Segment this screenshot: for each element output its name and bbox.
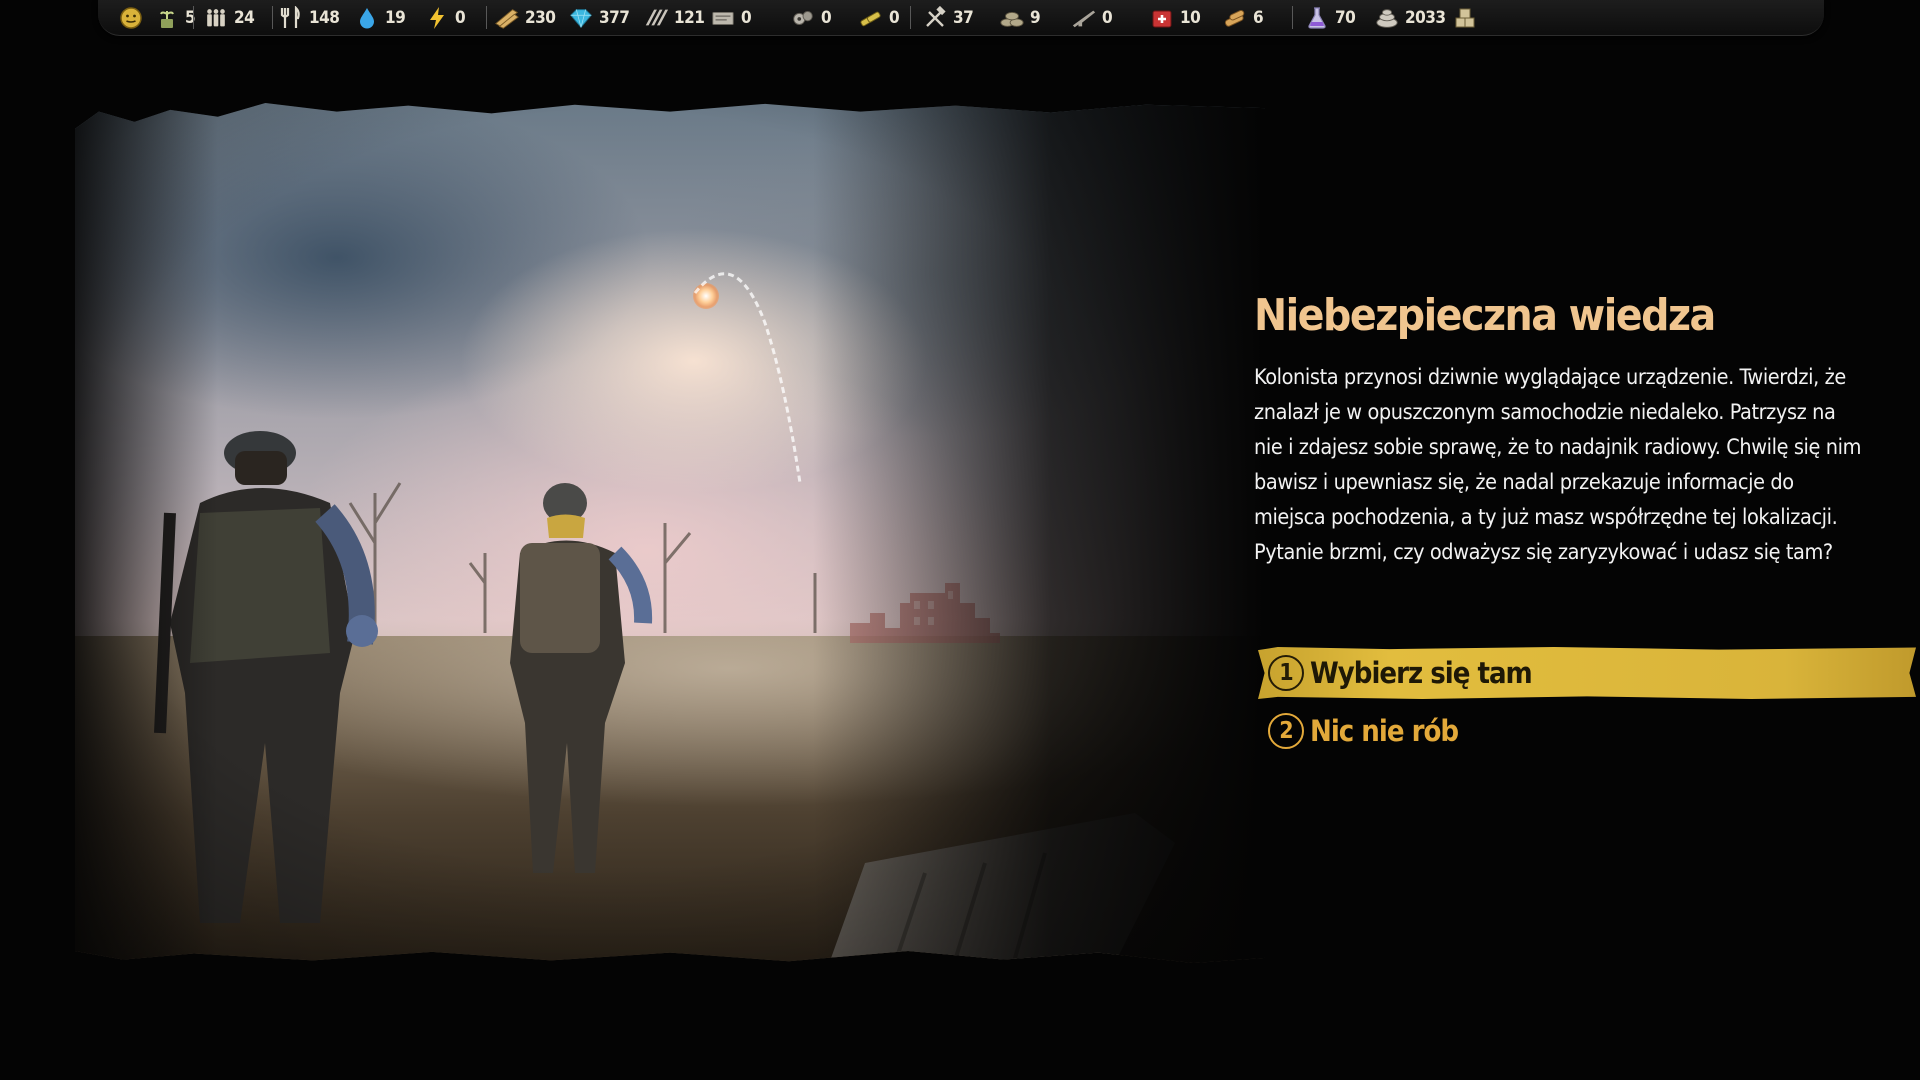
choice-do-nothing[interactable]: 2 Nic nie rób: [1258, 705, 1459, 757]
resource-sandbags-value: 9: [1030, 7, 1041, 28]
resource-crystal[interactable]: 377: [568, 0, 630, 35]
choice-label: Nic nie rób: [1310, 714, 1459, 748]
resource-sandbags[interactable]: 9: [999, 0, 1041, 35]
resource-tools[interactable]: 37: [922, 0, 974, 35]
food-fork-knife-icon: [280, 5, 300, 28]
resource-energy[interactable]: 0: [424, 0, 466, 35]
chemistry-flask-icon: [1308, 6, 1326, 29]
divider: [272, 6, 273, 29]
resource-documents-value: 0: [741, 7, 752, 28]
resource-storage[interactable]: [1452, 0, 1483, 35]
scene-vignette: [75, 103, 1265, 963]
resource-weapons-value: 0: [1102, 7, 1113, 28]
event-title: Niebezpieczna wiedza: [1254, 290, 1716, 341]
resource-water[interactable]: 19: [354, 0, 406, 35]
resource-medicine[interactable]: 10: [1149, 0, 1201, 35]
resource-energy-value: 0: [455, 7, 466, 28]
rifle-icon: [1072, 10, 1096, 27]
sandbags-icon: [1000, 11, 1024, 27]
resource-chemicals[interactable]: 70: [1304, 0, 1356, 35]
resource-rations-value: 6: [1253, 7, 1264, 28]
resource-fuel[interactable]: 0: [858, 0, 900, 35]
resource-parts-value: 0: [821, 7, 832, 28]
colonist-plant-icon: [160, 10, 174, 28]
resource-rations[interactable]: 6: [1222, 0, 1264, 35]
medkit-icon: [1152, 10, 1172, 27]
resource-documents[interactable]: 0: [710, 0, 752, 35]
resource-metal-value: 121: [674, 7, 705, 28]
choice-number-badge: 1: [1268, 655, 1304, 691]
scrap-pile-icon: [1376, 8, 1398, 28]
event-illustration: [75, 103, 1265, 963]
storage-crates-icon: [1455, 8, 1475, 27]
resource-chemicals-value: 70: [1335, 7, 1356, 28]
energy-bolt-icon: [430, 6, 444, 29]
bread-ration-icon: [1224, 9, 1245, 27]
resource-mood[interactable]: [118, 0, 149, 35]
choice-label: Wybierz się tam: [1310, 656, 1533, 690]
resource-scrap[interactable]: 2033: [1374, 0, 1446, 35]
resource-food[interactable]: 148: [278, 0, 340, 35]
resource-weapons[interactable]: 0: [1071, 0, 1113, 35]
choice-number-badge: 2: [1268, 713, 1304, 749]
resource-bar: 5 24 148 19 0 230 377 121 0 0 0 37 9 0 1…: [98, 0, 1824, 36]
divider: [193, 6, 194, 29]
divider: [910, 6, 911, 29]
divider: [486, 6, 487, 29]
resource-fuel-value: 0: [889, 7, 900, 28]
resource-wood[interactable]: 230: [494, 0, 556, 35]
resource-metal[interactable]: 121: [643, 0, 705, 35]
population-icon: [207, 8, 225, 26]
resource-colonist-plant[interactable]: 5: [154, 0, 196, 35]
resource-population-value: 24: [234, 7, 255, 28]
wood-planks-icon: [495, 8, 519, 29]
resource-population[interactable]: 24: [203, 0, 255, 35]
resource-water-value: 19: [385, 7, 406, 28]
divider: [1292, 6, 1293, 29]
resource-wood-value: 230: [525, 7, 556, 28]
event-description: Kolonista przynosi dziwnie wyglądające u…: [1254, 365, 1862, 565]
choice-go-there[interactable]: 1 Wybierz się tam: [1258, 647, 1916, 699]
resource-scrap-value: 2033: [1405, 7, 1446, 28]
tools-icon: [926, 5, 946, 27]
metal-bars-icon: [645, 9, 669, 25]
resource-tools-value: 37: [953, 7, 974, 28]
water-drop-icon: [360, 7, 374, 28]
resource-parts[interactable]: 0: [790, 0, 832, 35]
gears-parts-icon: [793, 10, 813, 25]
resource-crystal-value: 377: [599, 7, 630, 28]
document-box-icon: [712, 11, 734, 25]
smiley-face-icon: [120, 6, 142, 29]
blue-crystal-icon: [570, 8, 592, 28]
resource-food-value: 148: [309, 7, 340, 28]
fuel-cells-icon: [860, 11, 881, 26]
resource-medicine-value: 10: [1180, 7, 1201, 28]
